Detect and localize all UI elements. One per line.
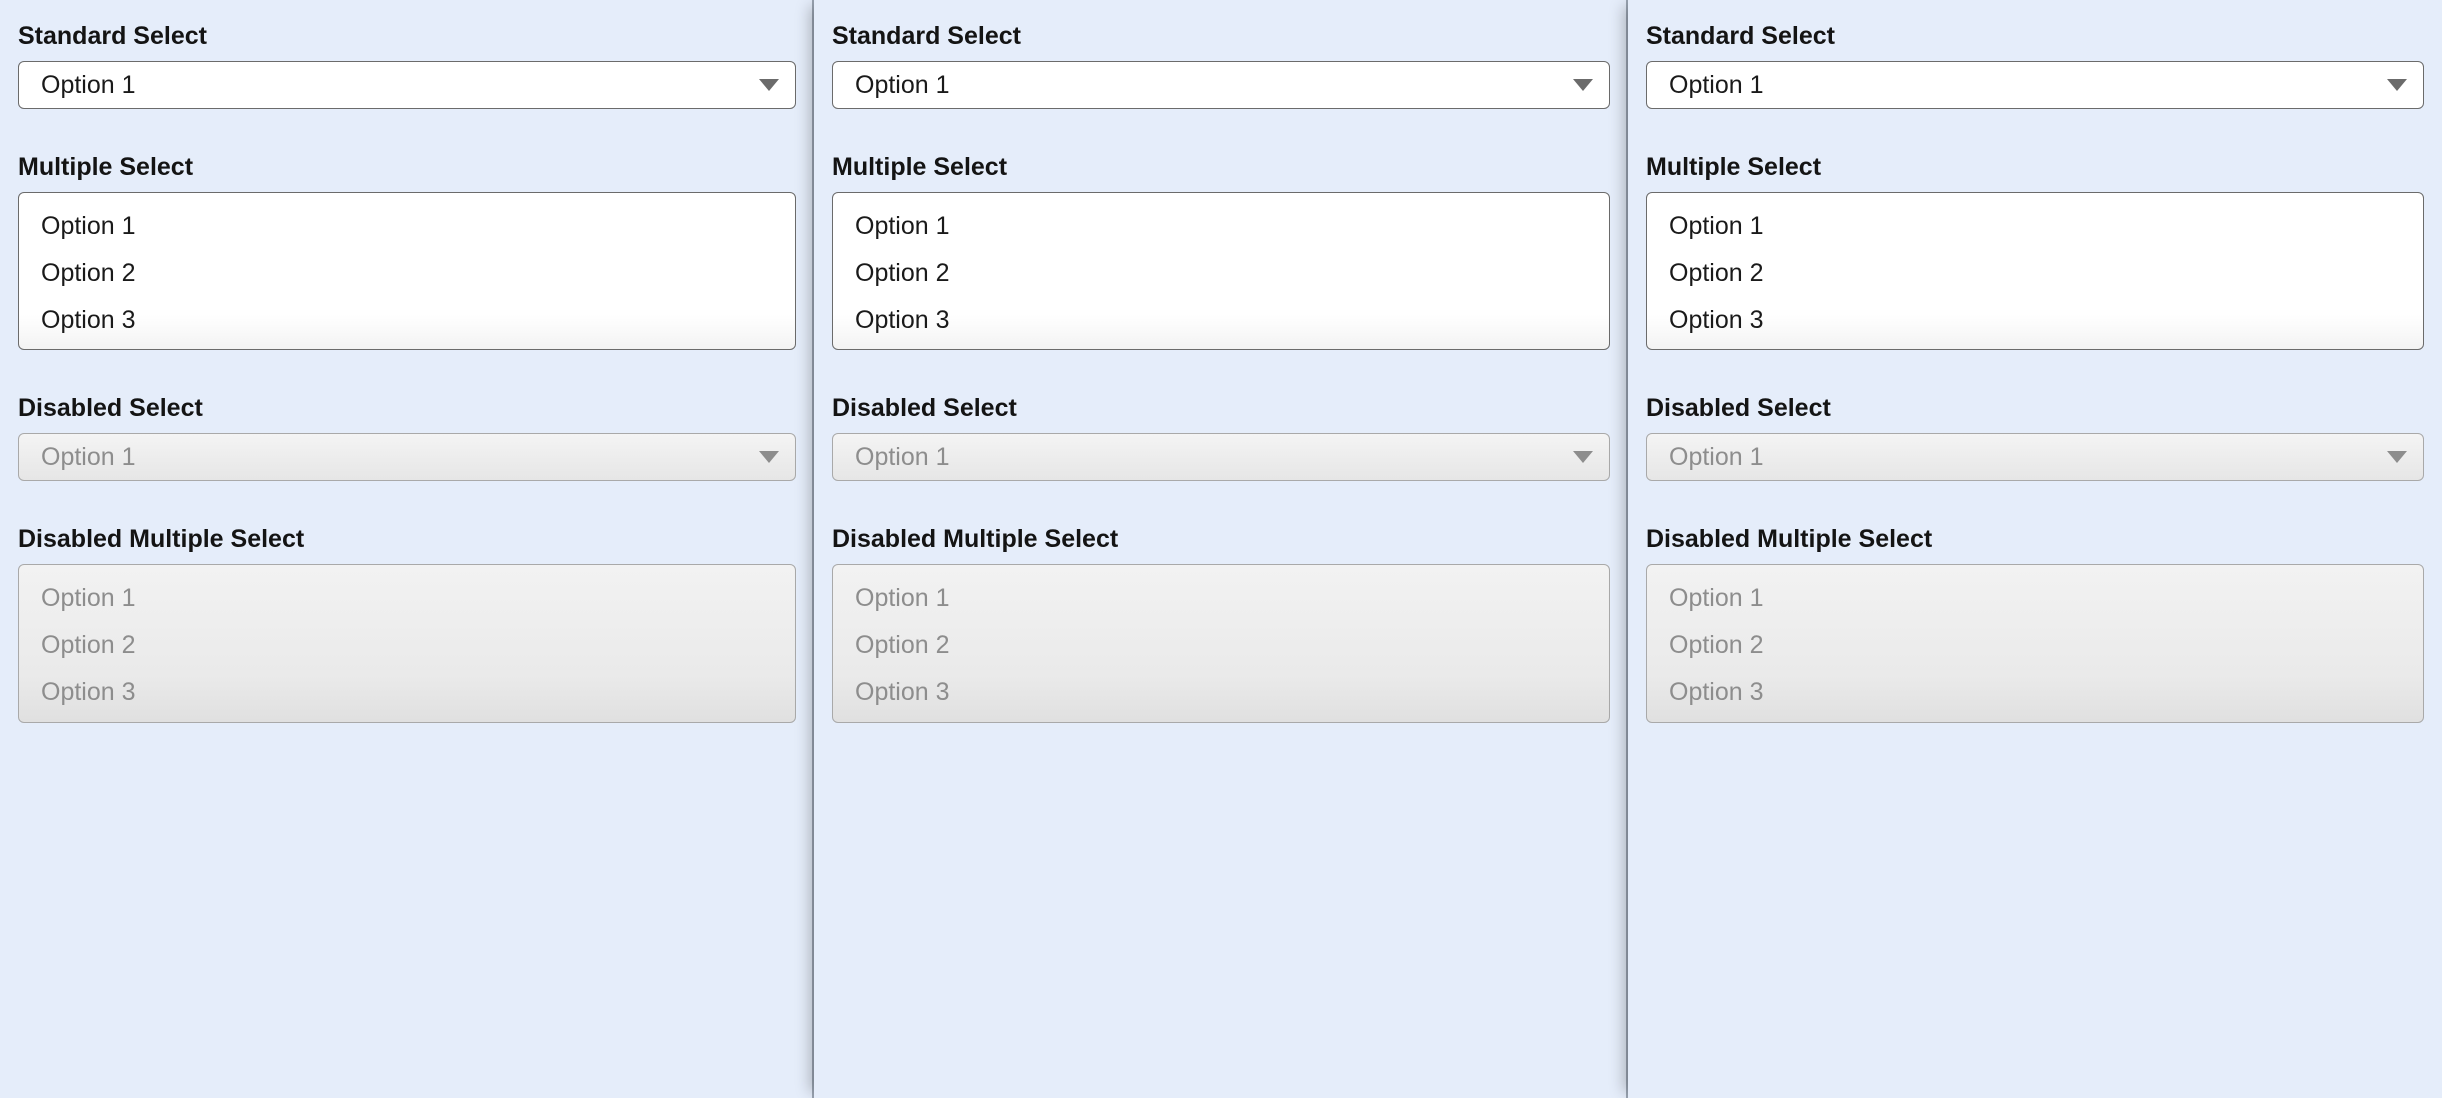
option-3: Option 3	[1647, 669, 2423, 716]
disabled-select: Option 1	[18, 433, 796, 481]
option-2[interactable]: Option 2	[1647, 250, 2423, 297]
label-multiple-select: Multiple Select	[1646, 153, 2424, 182]
field-disabled-select: Disabled Select Option 1	[1646, 394, 2424, 481]
chevron-down-icon	[1573, 451, 1593, 463]
label-disabled-multiple-select: Disabled Multiple Select	[1646, 525, 2424, 554]
option-1: Option 1	[19, 575, 795, 622]
label-disabled-select: Disabled Select	[1646, 394, 2424, 423]
option-1[interactable]: Option 1	[1647, 203, 2423, 250]
disabled-select: Option 1	[1646, 433, 2424, 481]
disabled-multiple-select: Option 1 Option 2 Option 3	[832, 564, 1610, 722]
disabled-select-value: Option 1	[855, 443, 950, 472]
multiple-select[interactable]: Option 1 Option 2 Option 3	[18, 192, 796, 350]
option-3[interactable]: Option 3	[19, 297, 795, 344]
option-2: Option 2	[1647, 622, 2423, 669]
option-1: Option 1	[833, 575, 1609, 622]
chevron-down-icon	[2387, 79, 2407, 91]
chevron-down-icon	[1573, 79, 1593, 91]
option-2[interactable]: Option 2	[19, 250, 795, 297]
panel-2: Standard Select Option 1 Multiple Select…	[814, 0, 1628, 1098]
option-2[interactable]: Option 2	[833, 250, 1609, 297]
panel-3: Standard Select Option 1 Multiple Select…	[1628, 0, 2442, 1098]
multiple-select[interactable]: Option 1 Option 2 Option 3	[1646, 192, 2424, 350]
disabled-select-value: Option 1	[1669, 443, 1764, 472]
label-standard-select: Standard Select	[832, 22, 1610, 51]
standard-select[interactable]: Option 1	[1646, 61, 2424, 109]
label-disabled-multiple-select: Disabled Multiple Select	[18, 525, 796, 554]
disabled-multiple-select: Option 1 Option 2 Option 3	[18, 564, 796, 722]
option-2: Option 2	[833, 622, 1609, 669]
field-multiple-select: Multiple Select Option 1 Option 2 Option…	[832, 153, 1610, 350]
option-1[interactable]: Option 1	[833, 203, 1609, 250]
chevron-down-icon	[759, 451, 779, 463]
field-standard-select: Standard Select Option 1	[1646, 22, 2424, 109]
chevron-down-icon	[759, 79, 779, 91]
multiple-select[interactable]: Option 1 Option 2 Option 3	[832, 192, 1610, 350]
field-disabled-multiple-select: Disabled Multiple Select Option 1 Option…	[18, 525, 796, 722]
label-standard-select: Standard Select	[1646, 22, 2424, 51]
option-2: Option 2	[19, 622, 795, 669]
option-3[interactable]: Option 3	[833, 297, 1609, 344]
standard-select-value: Option 1	[855, 71, 950, 100]
label-standard-select: Standard Select	[18, 22, 796, 51]
disabled-multiple-select: Option 1 Option 2 Option 3	[1646, 564, 2424, 722]
field-disabled-multiple-select: Disabled Multiple Select Option 1 Option…	[1646, 525, 2424, 722]
chevron-down-icon	[2387, 451, 2407, 463]
field-standard-select: Standard Select Option 1	[18, 22, 796, 109]
field-multiple-select: Multiple Select Option 1 Option 2 Option…	[18, 153, 796, 350]
label-multiple-select: Multiple Select	[832, 153, 1610, 182]
label-disabled-select: Disabled Select	[832, 394, 1610, 423]
option-1: Option 1	[1647, 575, 2423, 622]
disabled-select-value: Option 1	[41, 443, 136, 472]
option-3: Option 3	[833, 669, 1609, 716]
disabled-select: Option 1	[832, 433, 1610, 481]
label-multiple-select: Multiple Select	[18, 153, 796, 182]
option-3: Option 3	[19, 669, 795, 716]
field-disabled-select: Disabled Select Option 1	[832, 394, 1610, 481]
label-disabled-multiple-select: Disabled Multiple Select	[832, 525, 1610, 554]
standard-select-value: Option 1	[1669, 71, 1764, 100]
standard-select[interactable]: Option 1	[18, 61, 796, 109]
label-disabled-select: Disabled Select	[18, 394, 796, 423]
option-3[interactable]: Option 3	[1647, 297, 2423, 344]
panel-1: Standard Select Option 1 Multiple Select…	[0, 0, 814, 1098]
standard-select[interactable]: Option 1	[832, 61, 1610, 109]
field-multiple-select: Multiple Select Option 1 Option 2 Option…	[1646, 153, 2424, 350]
option-1[interactable]: Option 1	[19, 203, 795, 250]
field-disabled-select: Disabled Select Option 1	[18, 394, 796, 481]
field-standard-select: Standard Select Option 1	[832, 22, 1610, 109]
standard-select-value: Option 1	[41, 71, 136, 100]
field-disabled-multiple-select: Disabled Multiple Select Option 1 Option…	[832, 525, 1610, 722]
